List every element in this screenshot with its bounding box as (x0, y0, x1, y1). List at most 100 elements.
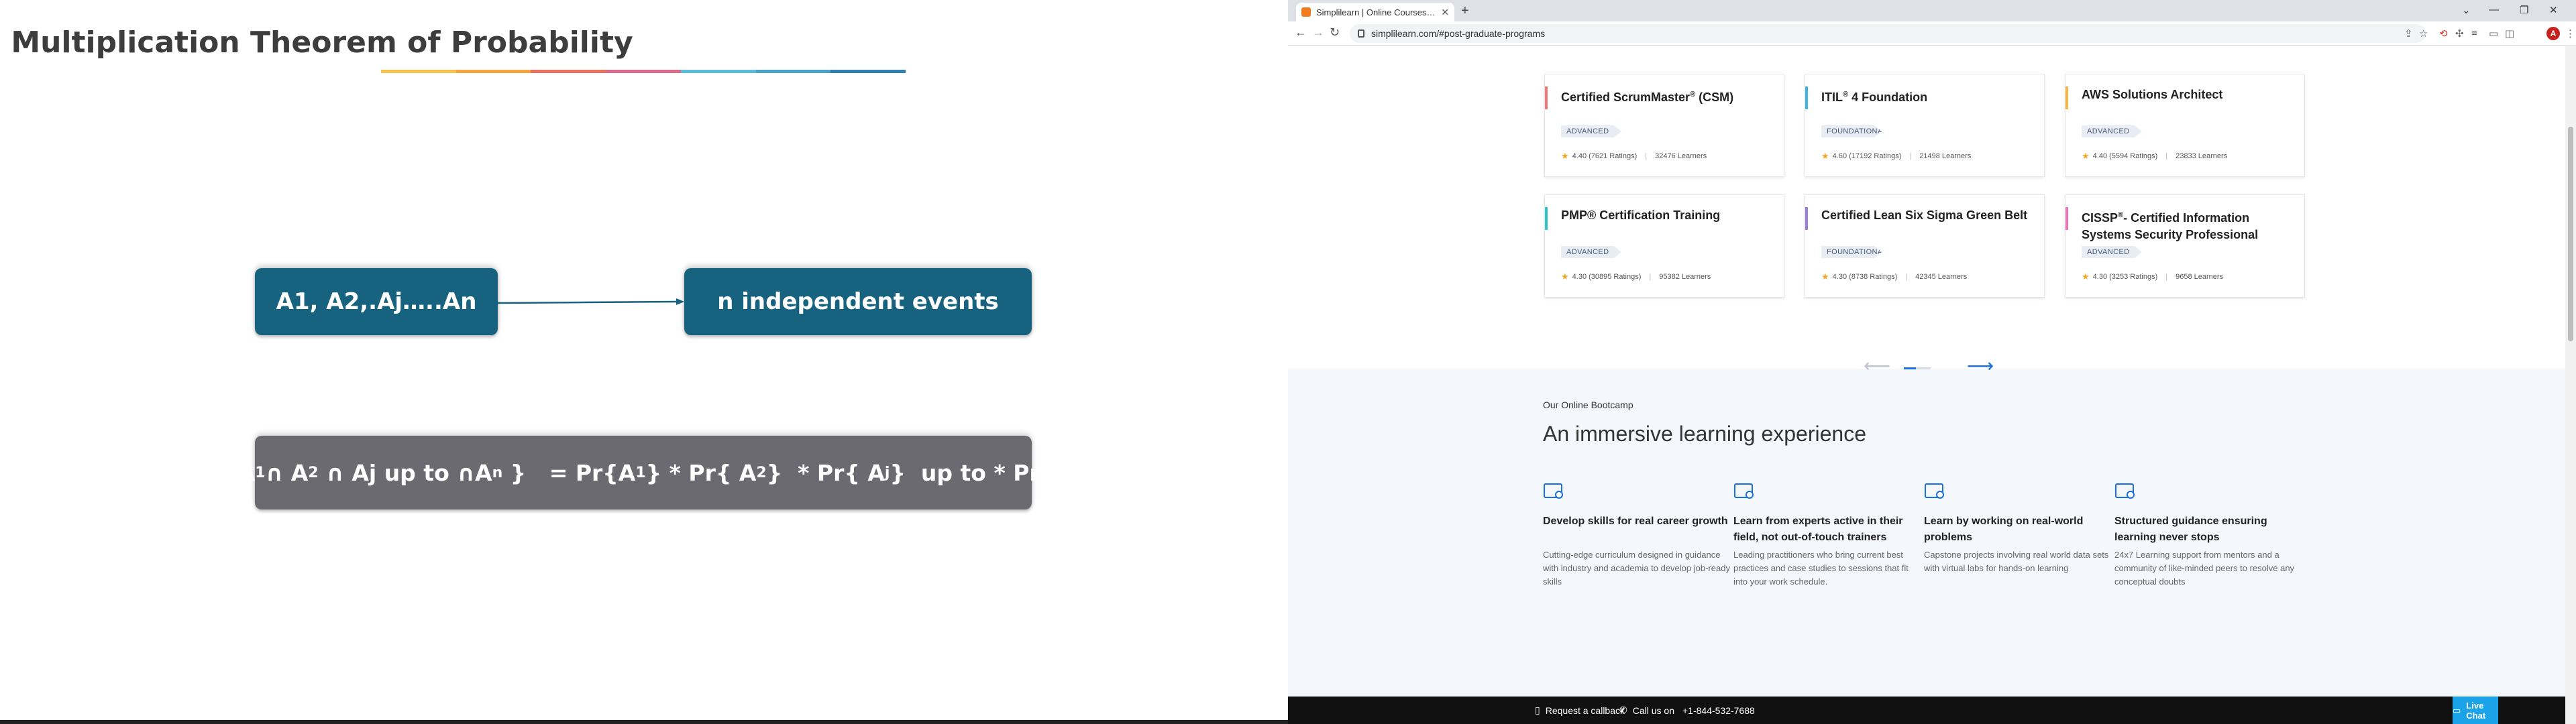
feature-heading: Develop skills for real career growth (1543, 516, 1728, 527)
request-callback-link[interactable]: ▯ Request a callback (1535, 705, 1625, 716)
side-panel-icon[interactable]: ◫ (2505, 27, 2514, 40)
briefcase-icon (1543, 480, 1564, 500)
star-icon: ★ (1821, 151, 1829, 161)
extensions-puzzle-icon[interactable]: ✣ (2455, 27, 2464, 40)
feature-heading: Structured guidance ensuring learning ne… (2114, 516, 2267, 543)
call-us-link[interactable]: ✆ Call us on +1-844-532-7688 (1619, 705, 1755, 716)
browser-toolbar: ← → ↻ simplilearn.com/#post-graduate-pro… (1288, 21, 2576, 46)
new-tab-icon[interactable]: + (1461, 3, 1469, 19)
slide-title: Multiplication Theorem of Probability (11, 25, 633, 60)
underline-segment (606, 70, 681, 73)
course-title[interactable]: PMP® Certification Training (1561, 207, 1774, 224)
sticky-bottom-bar: ▯ Request a callback ✆ Call us on +1-844… (1288, 697, 2565, 724)
learners-text: 23833 Learners (2176, 152, 2228, 160)
underline-segment (531, 70, 606, 73)
card-accent (2065, 207, 2068, 230)
rating-text: 4.60 (17192 Ratings) (1832, 152, 1902, 160)
feature-text: Capstone projects involving real world d… (1924, 550, 2109, 573)
course-card[interactable]: CISSP®- Certified Information Systems Se… (2065, 194, 2305, 298)
rating-text: 4.40 (5594 Ratings) (2092, 152, 2158, 160)
underline-segment (755, 70, 831, 73)
tab-strip: Simplilearn | Online Courses - Bo ✕ + ⌄ … (1288, 0, 2576, 21)
independent-events-box: n independent events (684, 268, 1032, 335)
page-scrollbar[interactable] (2565, 46, 2576, 724)
title-underline (381, 70, 906, 73)
course-meta: ★ 4.30 (8738 Ratings) | 42345 Learners (1821, 272, 1968, 282)
menu-kebab-icon[interactable]: ⋮ (2565, 27, 2575, 40)
scrollbar-thumb[interactable] (2568, 127, 2573, 341)
course-meta: ★ 4.60 (17192 Ratings) | 21498 Learners (1821, 151, 1972, 161)
star-icon: ★ (1561, 272, 1569, 282)
extension-red-icon[interactable]: ⟲ (2439, 27, 2448, 40)
minimize-icon[interactable]: — (2489, 4, 2499, 15)
course-card[interactable]: PMP® Certification Training ADVANCED ★ 4.30… (1544, 194, 1784, 298)
carousel-prev-icon[interactable]: ⟵ (1864, 355, 1890, 377)
course-title[interactable]: AWS Solutions Architect (2082, 86, 2295, 103)
underline-segment (680, 70, 756, 73)
course-card[interactable]: ITIL® 4 Foundation FOUNDATIONAL ★ 4.60 (171… (1805, 74, 2045, 177)
level-badge: ADVANCED (1561, 125, 1621, 137)
course-title[interactable]: Certified ScrumMaster® (CSM) (1561, 86, 1774, 106)
star-icon: ★ (2082, 151, 2090, 161)
profile-avatar[interactable]: A (2546, 27, 2560, 40)
course-card[interactable]: AWS Solutions Architect ADVANCED ★ 4.40 (55… (2065, 74, 2305, 177)
rating-text: 4.30 (30895 Ratings) (1572, 273, 1642, 281)
course-card[interactable]: Certified ScrumMaster® (CSM) ADVANCED ★ 4.4… (1544, 74, 1784, 177)
learners-text: 21498 Learners (1919, 152, 1972, 160)
arrow-connector (498, 298, 684, 305)
back-icon[interactable]: ← (1295, 25, 1307, 40)
feature-heading: Learn from experts active in their field… (1733, 516, 1903, 543)
level-badge: ADVANCED (2082, 125, 2142, 137)
course-card[interactable]: Certified Lean Six Sigma Green Belt FOUND… (1805, 194, 2045, 298)
media-icon[interactable]: ≡ (2471, 27, 2477, 39)
live-chat-button[interactable]: ▭ Live Chat (2453, 697, 2498, 724)
address-bar[interactable]: simplilearn.com/#post-graduate-programs (1350, 24, 2426, 43)
feature-text: 24x7 Learning support from mentors and a… (2114, 550, 2295, 587)
learners-text: 95382 Learners (1659, 273, 1711, 281)
close-tab-icon[interactable]: ✕ (1441, 7, 1449, 18)
level-badge: ADVANCED (2082, 246, 2142, 258)
events-list-box: A1, A2,.Aj…..An (255, 268, 498, 335)
card-accent (2065, 86, 2068, 109)
forward-icon[interactable]: → (1312, 25, 1324, 40)
card-accent (1545, 86, 1548, 109)
bootcamp-kicker: Our Online Bootcamp (1543, 400, 1633, 410)
feature-text: Cutting-edge curriculum designed in guid… (1543, 550, 1730, 587)
course-meta: ★ 4.30 (30895 Ratings) | 95382 Learners (1561, 272, 1711, 282)
learners-text: 32476 Learners (1655, 152, 1707, 160)
feature-text: Leading practitioners who bring current … (1733, 550, 1909, 587)
rating-text: 4.30 (3253 Ratings) (2092, 273, 2158, 281)
course-title[interactable]: CISSP®- Certified Information Systems Se… (2082, 207, 2295, 243)
bootcamp-title: An immersive learning experience (1543, 422, 1866, 446)
underline-segment (381, 70, 456, 73)
lock-icon (1358, 29, 1364, 38)
presenter-icon (1733, 480, 1755, 500)
course-title[interactable]: Certified Lean Six Sigma Green Belt (1821, 207, 2035, 224)
carousel-next-icon[interactable]: ⟶ (1967, 355, 1994, 377)
level-badge: FOUNDATIONAL (1821, 246, 1882, 258)
tab-search-icon[interactable]: ⌄ (2462, 4, 2471, 16)
close-window-icon[interactable]: ✕ (2549, 4, 2558, 16)
reload-icon[interactable]: ↻ (1330, 25, 1340, 40)
chat-bubble-icon: ▭ (2453, 705, 2461, 715)
card-accent (1545, 207, 1548, 230)
simplilearn-favicon-icon (1301, 7, 1311, 17)
share-icon[interactable]: ⇪ (2404, 27, 2413, 40)
phone-icon: ✆ (1619, 705, 1627, 715)
formula-box: Pr {A 1 ∩ A2 ∩ Aj up to ∩A n } = Pr{A 1} * P… (187, 436, 1099, 509)
url-text: simplilearn.com/#post-graduate-programs (1371, 28, 1546, 39)
card-accent (1805, 207, 1808, 230)
course-title[interactable]: ITIL® 4 Foundation (1821, 86, 2035, 106)
card-accent (1805, 86, 1808, 109)
level-badge: ADVANCED (1561, 246, 1621, 258)
bookmark-star-icon[interactable]: ☆ (2419, 27, 2428, 40)
course-meta: ★ 4.30 (3253 Ratings) | 9658 Learners (2082, 272, 2224, 282)
level-badge: FOUNDATIONAL (1821, 125, 1882, 137)
carousel-progress (1904, 367, 1931, 369)
reading-list-icon[interactable]: ▭ (2489, 27, 2498, 40)
phone-callback-icon: ▯ (1535, 705, 1540, 715)
slide-panel: Multiplication Theorem of Probability A1… (0, 0, 1288, 724)
star-icon: ★ (1561, 151, 1569, 161)
maximize-icon[interactable]: ❐ (2520, 4, 2528, 16)
browser-tab[interactable]: Simplilearn | Online Courses - Bo ✕ (1296, 3, 1454, 21)
